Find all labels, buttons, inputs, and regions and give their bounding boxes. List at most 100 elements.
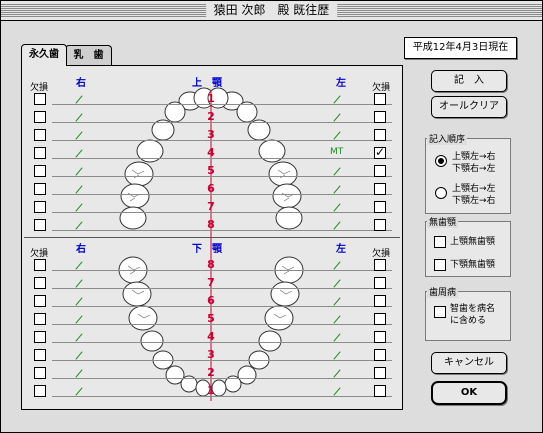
upper-tooth-number: 1 bbox=[207, 92, 215, 105]
tooth-upper-left-3 bbox=[236, 101, 258, 123]
upper-tooth-number: 2 bbox=[207, 110, 215, 123]
upper-right-missing-checkbox[interactable] bbox=[34, 219, 46, 231]
edentulous-group: 上顎無歯顎 下顎無歯顎 bbox=[425, 221, 511, 277]
lower-right-missing-checkbox[interactable] bbox=[34, 367, 46, 379]
cancel-button[interactable]: キャンセル bbox=[431, 352, 507, 374]
lower-left-missing-checkbox[interactable] bbox=[374, 367, 386, 379]
upper-left-label: 左 bbox=[336, 78, 346, 89]
all-clear-button[interactable]: オールクリア bbox=[431, 96, 507, 118]
lower-tooth-number: 3 bbox=[207, 348, 215, 361]
jaw-separator bbox=[24, 237, 400, 238]
check-mark-icon: ✓ bbox=[375, 145, 386, 159]
tooth-row-line bbox=[52, 230, 392, 231]
upper-right-missing-checkbox[interactable] bbox=[34, 93, 46, 105]
upper-left-missing-checkbox[interactable] bbox=[374, 93, 386, 105]
tooth-upper-right-7 bbox=[120, 183, 150, 209]
upper-left-missing-checkbox[interactable] bbox=[374, 183, 386, 195]
upper-right-missing-checkbox[interactable] bbox=[34, 201, 46, 213]
dental-chart-panel: 欠損 右 上 顎 左 欠損 欠損 右 下 顎 左 欠損 1 2 3 4 MT ✓ 5 6 7 8 8… bbox=[21, 65, 403, 410]
lower-right-missing-checkbox[interactable] bbox=[34, 295, 46, 307]
lower-left-missing-checkbox[interactable] bbox=[374, 385, 386, 397]
lower-left-missing-checkbox[interactable] bbox=[374, 277, 386, 289]
lower-tooth-number: 2 bbox=[207, 366, 215, 379]
upper-tooth-number: 7 bbox=[207, 200, 215, 213]
upper-right-missing-checkbox[interactable] bbox=[34, 129, 46, 141]
enter-button[interactable]: 記 入 bbox=[431, 70, 507, 92]
upper-left-missing-checkbox[interactable] bbox=[374, 111, 386, 123]
upper-left-missing-checkbox[interactable] bbox=[374, 129, 386, 141]
entry-order-option1-radio[interactable] bbox=[435, 155, 447, 167]
tooth-row-line bbox=[52, 342, 392, 343]
upper-right-missing-checkbox[interactable] bbox=[34, 165, 46, 177]
lower-tooth-number: 1 bbox=[207, 384, 215, 397]
lower-missing-right-header: 欠損 bbox=[30, 249, 49, 259]
lower-left-missing-checkbox[interactable] bbox=[374, 331, 386, 343]
tooth-lower-right-5 bbox=[140, 330, 164, 352]
ok-button[interactable]: OK bbox=[431, 381, 507, 405]
entry-order-group: 上顎左→右 下顎右→左 上顎右→左 下顎左→右 bbox=[425, 138, 511, 214]
tooth-row-line bbox=[52, 270, 392, 271]
tab-permanent-teeth[interactable]: 永久歯 bbox=[21, 44, 67, 66]
lower-right-missing-checkbox[interactable] bbox=[34, 331, 46, 343]
tooth-lower-left-7 bbox=[270, 281, 300, 307]
tooth-row-line bbox=[52, 306, 392, 307]
lower-tooth-number: 6 bbox=[207, 294, 215, 307]
lower-right-missing-checkbox[interactable] bbox=[34, 349, 46, 361]
lower-tooth-number: 4 bbox=[207, 330, 215, 343]
tooth-upper-left-8 bbox=[275, 206, 303, 230]
entry-order-option2-line1: 上顎右→左 bbox=[452, 184, 496, 194]
wisdom-teeth-label-line1: 智歯を病名 bbox=[450, 304, 496, 314]
upper-left-missing-checkbox[interactable]: ✓ bbox=[374, 145, 386, 159]
tab-deciduous-teeth[interactable]: 乳 歯 bbox=[65, 45, 112, 66]
upper-left-status-mark[interactable]: MT bbox=[330, 147, 343, 157]
lower-tooth-number: 5 bbox=[207, 312, 215, 325]
tooth-row-line bbox=[52, 378, 392, 379]
upper-left-missing-checkbox[interactable] bbox=[374, 165, 386, 177]
upper-left-missing-checkbox[interactable] bbox=[374, 219, 386, 231]
upper-right-missing-checkbox[interactable] bbox=[34, 111, 46, 123]
tooth-lower-left-5 bbox=[258, 330, 282, 352]
lower-right-missing-checkbox[interactable] bbox=[34, 259, 46, 271]
entry-order-option2-radio[interactable] bbox=[435, 187, 447, 199]
lower-edentulous-checkbox[interactable] bbox=[434, 259, 446, 271]
upper-missing-right-header: 欠損 bbox=[30, 83, 49, 93]
date-label: 平成12年4月3日現在 bbox=[404, 37, 517, 59]
tooth-upper-left-6 bbox=[268, 161, 298, 187]
periodontal-group: 智歯を病名 に含める bbox=[425, 291, 511, 341]
lower-right-missing-checkbox[interactable] bbox=[34, 313, 46, 325]
entry-order-title: 記入順序 bbox=[427, 132, 468, 145]
lower-left-missing-checkbox[interactable] bbox=[374, 259, 386, 271]
upper-left-missing-checkbox[interactable] bbox=[374, 201, 386, 213]
lower-left-missing-checkbox[interactable] bbox=[374, 313, 386, 325]
upper-edentulous-checkbox[interactable] bbox=[434, 236, 446, 248]
entry-order-option2-line2: 下顎左→右 bbox=[452, 196, 496, 206]
edentulous-title: 無歯顎 bbox=[427, 215, 459, 228]
tooth-row-line bbox=[52, 212, 392, 213]
tooth-row-line bbox=[52, 104, 392, 105]
lower-right-missing-checkbox[interactable] bbox=[34, 277, 46, 289]
tooth-lower-right-7 bbox=[122, 281, 152, 307]
wisdom-teeth-checkbox[interactable] bbox=[434, 306, 446, 318]
title-bar[interactable]: 猿田 次郎 殿 既往歴 bbox=[1, 1, 542, 21]
upper-right-missing-checkbox[interactable] bbox=[34, 147, 46, 159]
lower-jaw-label: 下 顎 bbox=[192, 244, 222, 255]
entry-order-option1-line2: 下顎右→左 bbox=[452, 164, 496, 174]
upper-missing-left-header: 欠損 bbox=[372, 83, 391, 93]
lower-left-missing-checkbox[interactable] bbox=[374, 295, 386, 307]
lower-tooth-number: 7 bbox=[207, 276, 215, 289]
tooth-row-line bbox=[52, 122, 392, 123]
dialog-window: 猿田 次郎 殿 既往歴 平成12年4月3日現在 永久歯 乳 歯 欠損 右 上 顎… bbox=[0, 0, 543, 433]
lower-right-missing-checkbox[interactable] bbox=[34, 385, 46, 397]
tooth-row-line bbox=[52, 360, 392, 361]
lower-left-label: 左 bbox=[336, 244, 346, 255]
tooth-upper-right-3 bbox=[164, 101, 186, 123]
tooth-row-line bbox=[52, 140, 392, 141]
tooth-upper-right-4 bbox=[151, 119, 175, 141]
entry-order-option1-line1: 上顎左→右 bbox=[452, 152, 496, 162]
tooth-row-line bbox=[52, 288, 392, 289]
lower-left-missing-checkbox[interactable] bbox=[374, 349, 386, 361]
upper-tooth-number: 5 bbox=[207, 164, 215, 177]
upper-right-missing-checkbox[interactable] bbox=[34, 183, 46, 195]
tooth-row-line bbox=[52, 324, 392, 325]
upper-tooth-number: 4 bbox=[207, 146, 215, 159]
